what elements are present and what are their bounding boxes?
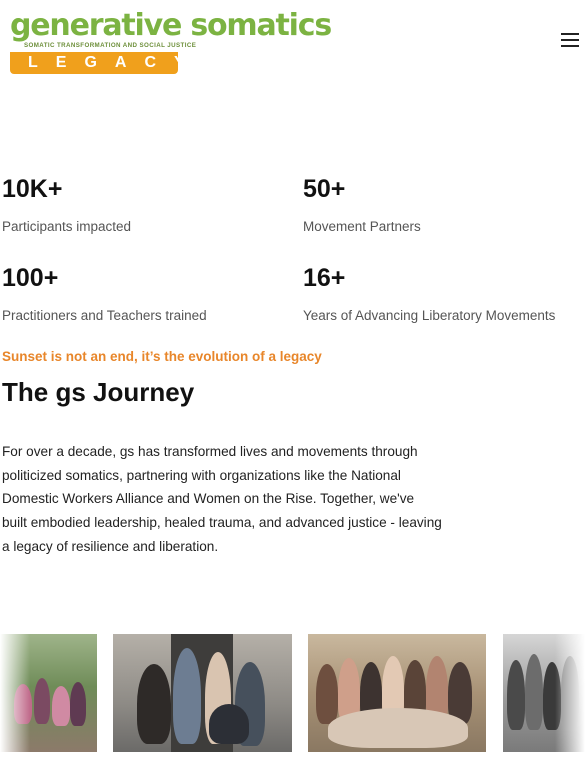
- gallery-photo-indoor[interactable]: [308, 634, 486, 752]
- stat-label: Years of Advancing Liberatory Movements: [303, 308, 556, 323]
- stat-value: 10K+: [2, 175, 63, 203]
- stat-partners: 50+ Movement Partners: [303, 174, 583, 236]
- stat-years: 16+ Years of Advancing Liberatory Moveme…: [303, 263, 583, 325]
- stat-label: Practitioners and Teachers trained: [2, 308, 207, 323]
- hamburger-menu-icon[interactable]: [561, 33, 579, 49]
- logo[interactable]: generative somatics SOMATIC TRANSFORMATI…: [10, 10, 332, 74]
- gallery-photo-doorway[interactable]: [113, 634, 292, 752]
- stat-value: 16+: [303, 264, 346, 292]
- stat-label: Participants impacted: [2, 219, 132, 234]
- gallery-photo-outdoor[interactable]: [0, 634, 97, 752]
- logo-wordmark: generative somatics: [10, 8, 332, 43]
- journey-tagline: Sunset is not an end, it’s the evolution…: [2, 349, 322, 364]
- stat-value: 100+: [2, 264, 59, 292]
- stat-label: Movement Partners: [303, 219, 421, 234]
- logo-subtitle: SOMATIC TRANSFORMATION AND SOCIAL JUSTIC…: [24, 42, 197, 49]
- journey-heading: The gs Journey: [2, 377, 195, 407]
- gallery-photo-bw[interactable]: [503, 634, 585, 752]
- journey-body: For over a decade, gs has transformed li…: [2, 444, 442, 554]
- stat-value: 50+: [303, 175, 346, 203]
- logo-legacy-text: LEGACY: [28, 54, 203, 71]
- stat-participants: 10K+ Participants impacted: [2, 174, 282, 236]
- site-header: generative somatics SOMATIC TRANSFORMATI…: [0, 0, 585, 80]
- stat-practitioners: 100+ Practitioners and Teachers trained: [2, 263, 282, 325]
